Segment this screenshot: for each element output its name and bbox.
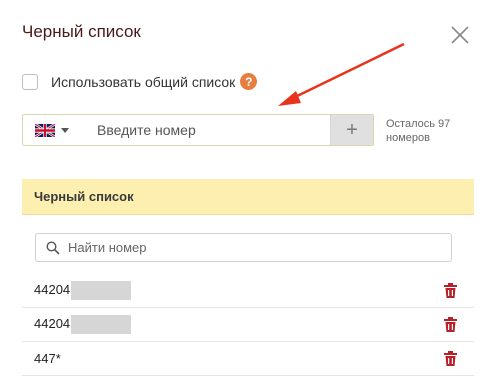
add-number-button[interactable]: + [330, 115, 373, 145]
search-input[interactable] [66, 239, 451, 256]
phone-number-input-group: + [22, 114, 374, 146]
chevron-down-icon [61, 127, 69, 133]
remaining-line-2: номеров [386, 132, 430, 144]
phone-number-field[interactable] [95, 115, 330, 145]
number-text: 44204 [34, 315, 71, 331]
search-box[interactable] [35, 233, 452, 262]
list-item: 447* [22, 342, 474, 376]
uk-flag-icon [35, 123, 55, 137]
close-icon [451, 26, 469, 44]
country-select[interactable] [23, 115, 83, 145]
number-text: 44204 [34, 281, 71, 297]
shared-list-option: Использовать общий список ? [22, 73, 258, 90]
trash-icon[interactable] [444, 317, 457, 332]
trash-icon[interactable] [444, 351, 457, 366]
trash-icon[interactable] [444, 283, 457, 298]
dialog-title: Черный список [22, 22, 141, 41]
list-item-number: 44204 [34, 281, 132, 300]
blacklist-header-title: Черный список [34, 189, 134, 204]
redaction-block [71, 281, 132, 300]
list-item: 44204 [22, 274, 474, 308]
list-item: 44204 [22, 308, 474, 342]
remaining-count: Осталось 97 номеров [386, 117, 450, 145]
search-icon [46, 240, 60, 255]
remaining-line-1: Осталось 97 [386, 118, 451, 130]
close-button[interactable] [449, 24, 471, 46]
list-item-number: 44204 [34, 315, 132, 334]
shared-list-label: Использовать общий список [51, 73, 236, 90]
help-icon[interactable]: ? [240, 73, 258, 90]
redaction-block [71, 315, 132, 334]
shared-list-checkbox[interactable] [22, 73, 38, 90]
list-item-number: 447* [34, 351, 61, 366]
blacklist-list: 44204 44204 447* [22, 274, 474, 376]
blacklist-header: Черный список [22, 179, 474, 215]
